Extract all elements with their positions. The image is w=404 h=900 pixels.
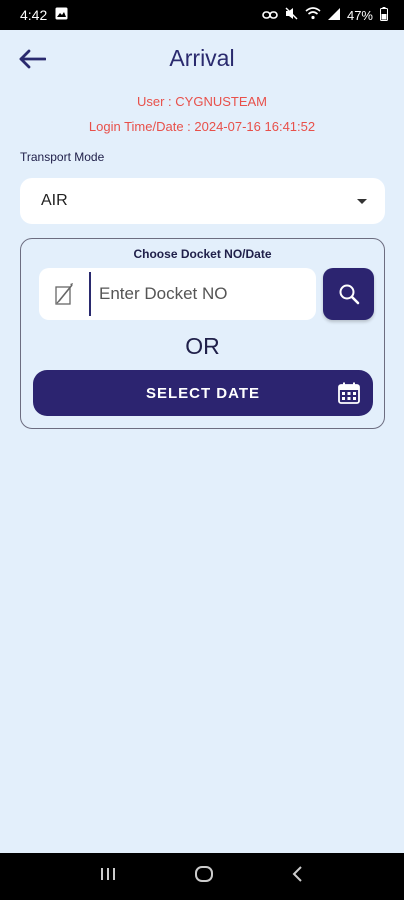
docket-card-title: Choose Docket NO/Date [133, 247, 272, 261]
select-date-button[interactable]: SELECT DATE [33, 370, 373, 416]
link-icon [262, 8, 278, 23]
or-divider-text: OR [185, 333, 220, 359]
transport-mode-label: Transport Mode [20, 150, 105, 164]
status-time: 4:42 [20, 7, 48, 23]
docket-input-placeholder: Enter Docket NO [99, 284, 228, 303]
status-left: 4:42 [20, 7, 68, 23]
mute-icon [285, 7, 298, 23]
login-time-label: Login Time/Date : 2024-07-16 16:41:52 [88, 119, 316, 134]
docket-card: Choose Docket NO/Date Enter Docket NO OR… [20, 238, 385, 429]
search-button[interactable] [323, 268, 374, 320]
calendar-icon [338, 382, 360, 404]
recent-apps-icon [100, 868, 115, 880]
search-icon [339, 284, 359, 305]
home-button[interactable] [194, 865, 214, 888]
user-label: User : CYGNUSTEAM [136, 94, 267, 109]
docket-input[interactable]: Enter Docket NO [39, 268, 316, 320]
battery-icon [380, 6, 388, 24]
back-nav-icon [292, 866, 303, 882]
gallery-icon [55, 7, 68, 23]
wifi-icon [305, 7, 321, 23]
app-header: Arrival [0, 30, 404, 90]
select-date-label: SELECT DATE [145, 384, 261, 402]
home-icon [194, 866, 213, 882]
status-right: 47% [262, 6, 388, 24]
text-cursor [89, 272, 91, 316]
back-nav-button[interactable] [291, 865, 305, 888]
signal-icon [327, 7, 340, 23]
page-title: Arrival [169, 45, 235, 71]
transport-mode-value: AIR [41, 192, 68, 209]
system-nav-bar [0, 853, 404, 900]
document-edit-icon [39, 268, 89, 320]
recent-apps-button[interactable] [99, 866, 117, 887]
status-bar: 4:42 47% [0, 0, 404, 30]
battery-percent: 47% [346, 7, 373, 23]
transport-mode-select[interactable]: AIR [20, 178, 385, 224]
chevron-down-icon [357, 198, 367, 204]
